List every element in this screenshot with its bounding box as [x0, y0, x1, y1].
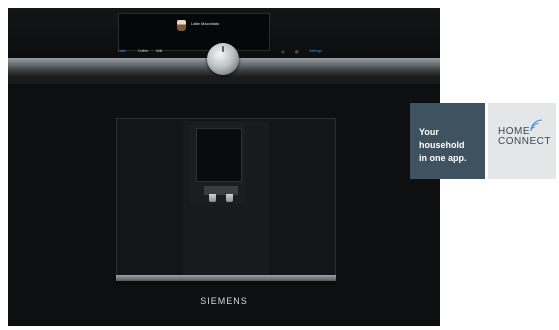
- spout-panel: [196, 128, 242, 182]
- app-promo-badge: Your household in one app.: [410, 103, 485, 179]
- coffee-machine: Latte Macchiato Latte Coffee Milk ◁ ◎ Se…: [8, 8, 440, 326]
- brand-logo: SIEMENS: [200, 296, 248, 306]
- nozzle-right: [226, 194, 233, 202]
- home-connect-word-connect: CONNECT: [498, 136, 551, 147]
- knob-indicator: [222, 46, 224, 52]
- control-settings[interactable]: Settings: [309, 49, 322, 53]
- power-icon[interactable]: ◎: [295, 49, 299, 54]
- control-milk[interactable]: Milk: [156, 49, 162, 53]
- control-latte[interactable]: Latte: [118, 49, 126, 53]
- right-controls: ◁ ◎ Settings: [281, 49, 331, 55]
- home-connect-logo: HOME CONNECT: [488, 103, 556, 179]
- wifi-icon: [530, 119, 543, 132]
- coffee-cup-icon: [177, 20, 186, 31]
- display-screen: Latte Macchiato: [118, 13, 270, 51]
- promo-line-2: household: [419, 140, 465, 150]
- drip-tray-shadow: [116, 281, 336, 285]
- control-coffee[interactable]: Coffee: [138, 49, 148, 53]
- left-controls: Latte Coffee Milk: [116, 49, 176, 55]
- back-icon[interactable]: ◁: [281, 49, 284, 54]
- trim-shadow: [8, 76, 440, 84]
- nozzle-left: [209, 194, 216, 202]
- promo-line-3: in one app.: [419, 153, 467, 163]
- rotary-knob[interactable]: [207, 43, 239, 75]
- screen-drink-label: Latte Macchiato: [191, 21, 220, 26]
- promo-line-1: Your: [419, 127, 439, 137]
